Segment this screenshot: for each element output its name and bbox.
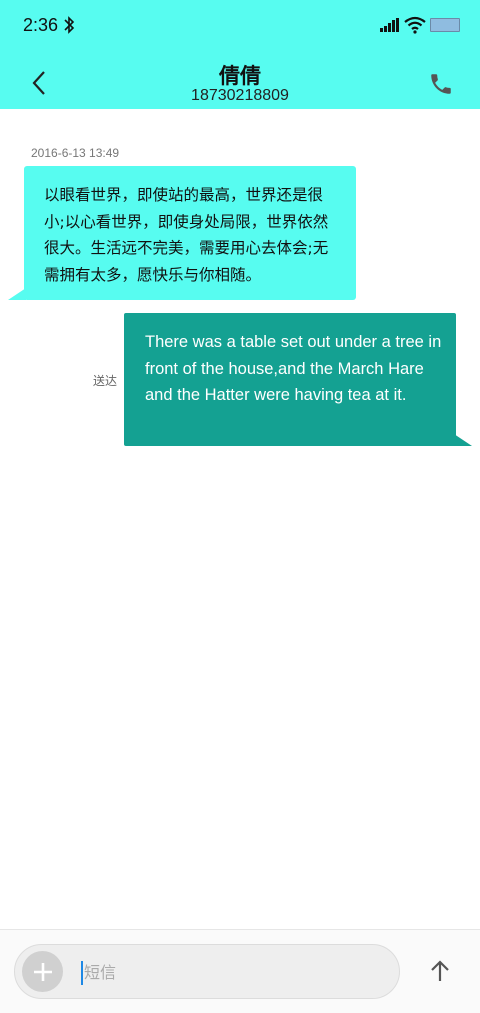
bubble-tail bbox=[454, 434, 472, 446]
message-timestamp: 2016-6-13 13:49 bbox=[31, 146, 120, 160]
arrow-up-icon bbox=[431, 960, 449, 981]
text-cursor bbox=[81, 961, 83, 985]
add-attachment-button[interactable] bbox=[22, 951, 63, 992]
message-input-container[interactable] bbox=[14, 944, 400, 999]
plus-icon bbox=[33, 962, 52, 981]
message-text: There was a table set out under a tree i… bbox=[145, 333, 442, 404]
send-button[interactable] bbox=[424, 956, 456, 986]
incoming-bubble: 以眼看世界，即使站的最高，世界还是很小;以心看世界，即使身处局限，世界依然很大。… bbox=[24, 166, 356, 300]
call-button[interactable] bbox=[426, 69, 456, 99]
back-button[interactable] bbox=[24, 66, 54, 100]
outgoing-message[interactable]: There was a table set out under a tree i… bbox=[124, 313, 472, 446]
battery-icon bbox=[430, 18, 460, 32]
incoming-message[interactable]: 以眼看世界，即使站的最高，世界还是很小;以心看世界，即使身处局限，世界依然很大。… bbox=[8, 166, 357, 300]
status-time: 2:36 bbox=[23, 15, 59, 35]
contact-number: 18730218809 bbox=[191, 87, 289, 104]
sms-input[interactable] bbox=[84, 957, 384, 987]
message-text: 以眼看世界，即使站的最高，世界还是很小;以心看世界，即使身处局限，世界依然很大。… bbox=[44, 186, 329, 284]
app-header: 2:36 倩倩 18730218809 bbox=[0, 0, 480, 109]
chevron-left-icon bbox=[32, 71, 45, 95]
wifi-icon bbox=[404, 16, 426, 34]
outgoing-bubble: There was a table set out under a tree i… bbox=[124, 313, 456, 446]
bluetooth-icon bbox=[64, 16, 75, 34]
phone-icon bbox=[431, 74, 451, 94]
delivery-status: 送达 bbox=[93, 374, 118, 388]
status-bar: 2:36 bbox=[0, 0, 480, 52]
contact-name: 倩倩 bbox=[219, 64, 261, 88]
signal-icon bbox=[380, 18, 399, 32]
composer-bar bbox=[0, 929, 480, 1013]
